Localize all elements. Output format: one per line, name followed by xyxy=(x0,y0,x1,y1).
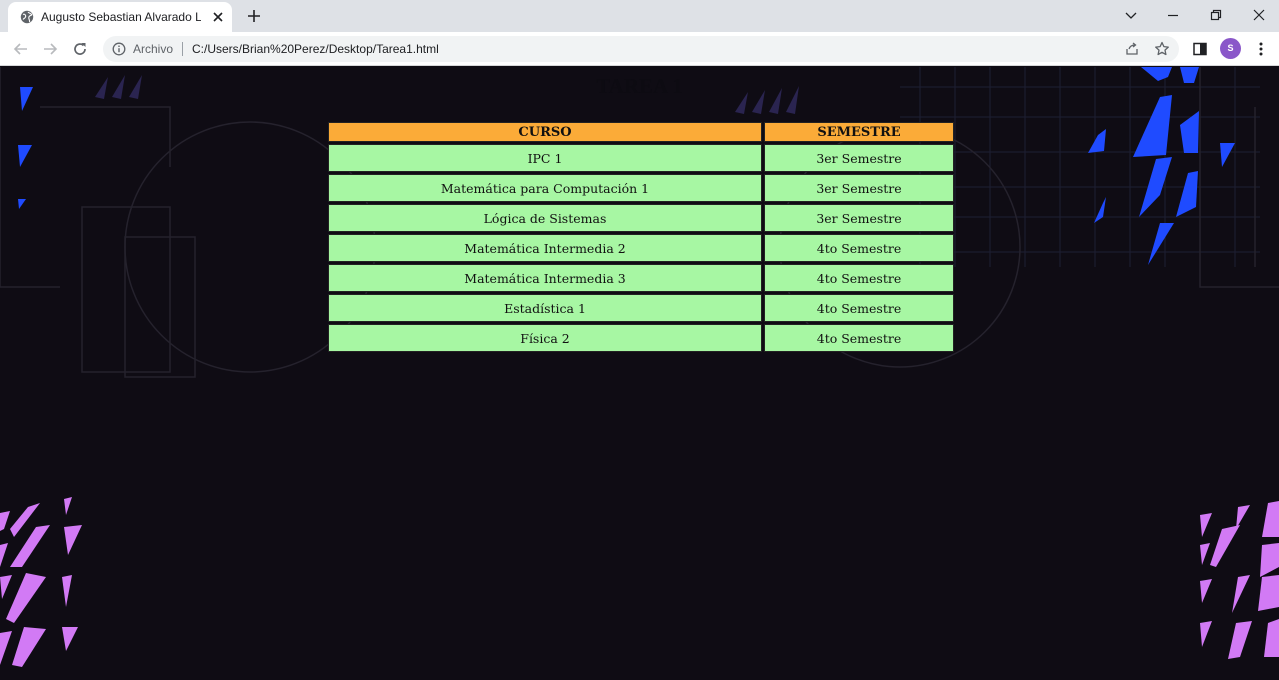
course-cell: Matemática Intermedia 2 xyxy=(328,234,762,262)
table-row: Matemática para Computación 1 3er Semest… xyxy=(328,174,954,202)
course-cell: Estadística 1 xyxy=(328,294,762,322)
column-header-curso: CURSO xyxy=(328,122,762,142)
back-arrow-icon[interactable] xyxy=(11,39,31,59)
page-viewport: TAREA 1 CURSO SEMESTRE IPC 1 3er Semestr… xyxy=(0,67,1279,680)
table-row: Matemática Intermedia 2 4to Semestre xyxy=(328,234,954,262)
info-icon[interactable] xyxy=(112,42,126,56)
semester-cell: 4to Semestre xyxy=(764,324,954,352)
table-row: IPC 1 3er Semestre xyxy=(328,144,954,172)
table-row: Matemática Intermedia 3 4to Semestre xyxy=(328,264,954,292)
avatar[interactable]: S xyxy=(1220,38,1241,59)
course-cell: Matemática Intermedia 3 xyxy=(328,264,762,292)
star-icon[interactable] xyxy=(1153,40,1171,58)
page-title: TAREA 1 xyxy=(596,74,683,98)
minimize-icon[interactable] xyxy=(1162,5,1184,25)
plus-icon[interactable] xyxy=(244,6,264,26)
scheme-label: Archivo xyxy=(133,42,174,56)
browser-toolbar: Archivo C:/Users/Brian%20Perez/Desktop/T… xyxy=(0,32,1279,66)
semester-cell: 4to Semestre xyxy=(764,264,954,292)
chevron-down-icon[interactable] xyxy=(1120,5,1142,25)
forward-arrow-icon[interactable] xyxy=(40,39,60,59)
table-row: Estadística 1 4to Semestre xyxy=(328,294,954,322)
table-row: Lógica de Sistemas 3er Semestre xyxy=(328,204,954,232)
semester-cell: 3er Semestre xyxy=(764,144,954,172)
column-header-semestre: SEMESTRE xyxy=(764,122,954,142)
course-cell: IPC 1 xyxy=(328,144,762,172)
restore-icon[interactable] xyxy=(1205,5,1227,25)
browser-tab[interactable]: Augusto Sebastian Alvarado Leto xyxy=(8,2,232,32)
address-bar[interactable]: Archivo C:/Users/Brian%20Perez/Desktop/T… xyxy=(103,36,1179,62)
course-cell: Lógica de Sistemas xyxy=(328,204,762,232)
semester-cell: 3er Semestre xyxy=(764,204,954,232)
reload-icon[interactable] xyxy=(70,39,90,59)
tab-strip: Augusto Sebastian Alvarado Leto xyxy=(0,0,1279,32)
semester-cell: 4to Semestre xyxy=(764,234,954,262)
url-text[interactable]: C:/Users/Brian%20Perez/Desktop/Tarea1.ht… xyxy=(192,42,439,56)
globe-icon xyxy=(20,10,34,24)
courses-table: CURSO SEMESTRE IPC 1 3er Semestre Matemá… xyxy=(326,120,956,354)
side-panel-icon[interactable] xyxy=(1190,39,1210,59)
close-icon[interactable] xyxy=(210,9,226,25)
share-icon[interactable] xyxy=(1123,40,1141,58)
close-window-icon[interactable] xyxy=(1248,5,1270,25)
course-cell: Física 2 xyxy=(328,324,762,352)
tab-title: Augusto Sebastian Alvarado Leto xyxy=(41,10,201,24)
course-cell: Matemática para Computación 1 xyxy=(328,174,762,202)
table-header-row: CURSO SEMESTRE xyxy=(328,122,954,142)
more-vert-icon[interactable] xyxy=(1251,39,1271,59)
address-separator xyxy=(182,42,183,56)
semester-cell: 4to Semestre xyxy=(764,294,954,322)
semester-cell: 3er Semestre xyxy=(764,174,954,202)
table-row: Física 2 4to Semestre xyxy=(328,324,954,352)
